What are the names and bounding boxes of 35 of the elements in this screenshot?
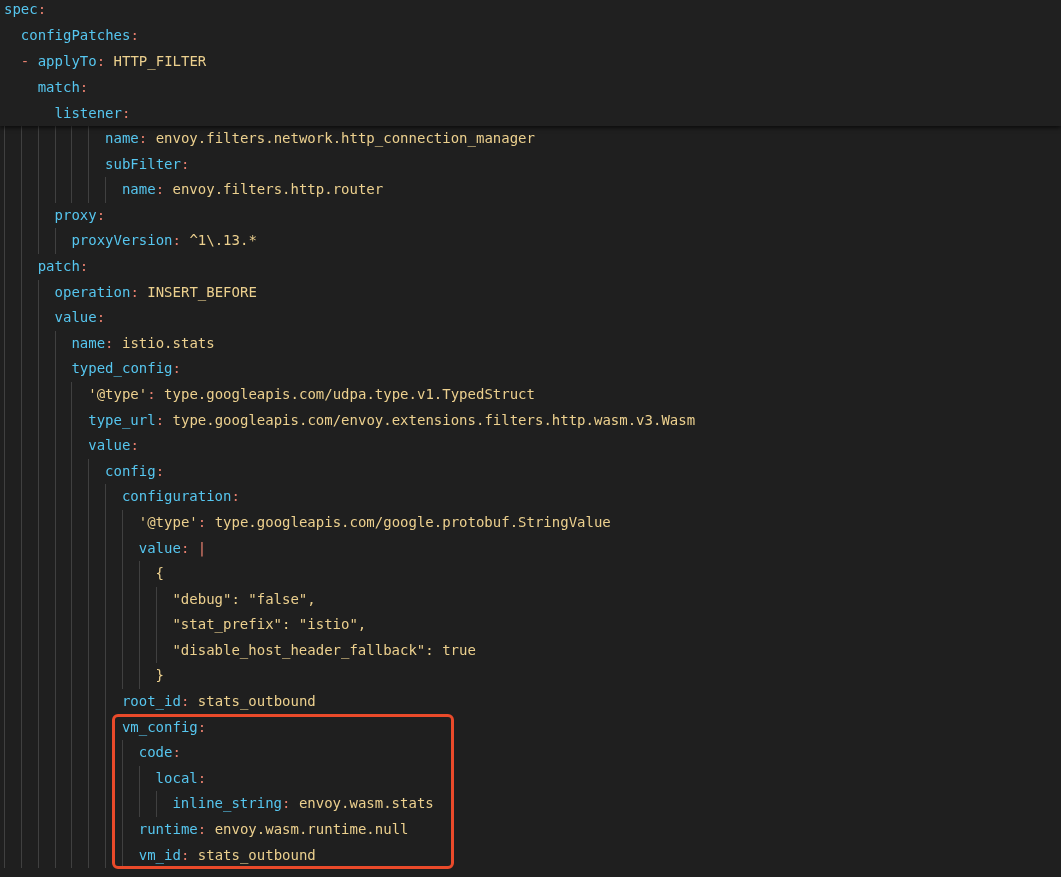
code-line: name: envoy.filters.http.router: [121, 180, 384, 200]
code-line: configPatches:: [20, 26, 139, 45]
code-line: "debug": "false",: [172, 589, 316, 609]
code-line: patch:: [37, 256, 89, 276]
code-line: value:: [88, 436, 139, 456]
code-line: '@type': type.googleapis.com/google.protobuf.StringValue: [138, 512, 611, 532]
code-line: typed_config:: [71, 359, 181, 379]
code-line: '@type': type.googleapis.com/udpa.type.v1.TypedStruct: [88, 384, 535, 404]
code-line: local:: [155, 768, 207, 788]
code-line: type_url: type.googleapis.com/envoy.extensions.filters.http.wasm.v3.Wasm: [88, 410, 696, 431]
code-line: }: [155, 666, 165, 686]
code-line: configuration:: [121, 487, 240, 507]
list-dash: -: [20, 52, 31, 71]
code-line: value: |: [138, 538, 207, 559]
code-line: match:: [37, 78, 89, 97]
code-line: code:: [138, 743, 181, 763]
code-line: spec:: [4, 0, 47, 19]
code-line: name: envoy.filters.network.http_connection_manager: [105, 129, 535, 149]
code-line: runtime: envoy.wasm.runtime.null: [138, 820, 409, 840]
code-line: vm_id: stats_outbound: [138, 845, 316, 866]
code-line: {: [155, 564, 165, 584]
code-line: proxyVersion: ^1\.13.*: [71, 231, 257, 251]
code-line: applyTo: HTTP_FILTER: [37, 52, 207, 72]
code-line: config:: [105, 461, 165, 481]
code-line: "stat_prefix": "istio",: [172, 615, 367, 635]
code-line: "disable_host_header_fallback": true: [172, 640, 476, 661]
code-line: root_id: stats_outbound: [121, 692, 316, 712]
code-line: listener:: [54, 104, 131, 123]
code-line: name: istio.stats: [71, 333, 215, 353]
code-line: operation: INSERT_BEFORE: [54, 282, 257, 303]
code-line: inline_string: envoy.wasm.stats: [172, 794, 434, 814]
code-line: proxy:: [54, 205, 106, 225]
code-line: value:: [54, 308, 106, 328]
code-line: subFilter:: [105, 154, 190, 174]
code-line: vm_config:: [121, 717, 207, 738]
